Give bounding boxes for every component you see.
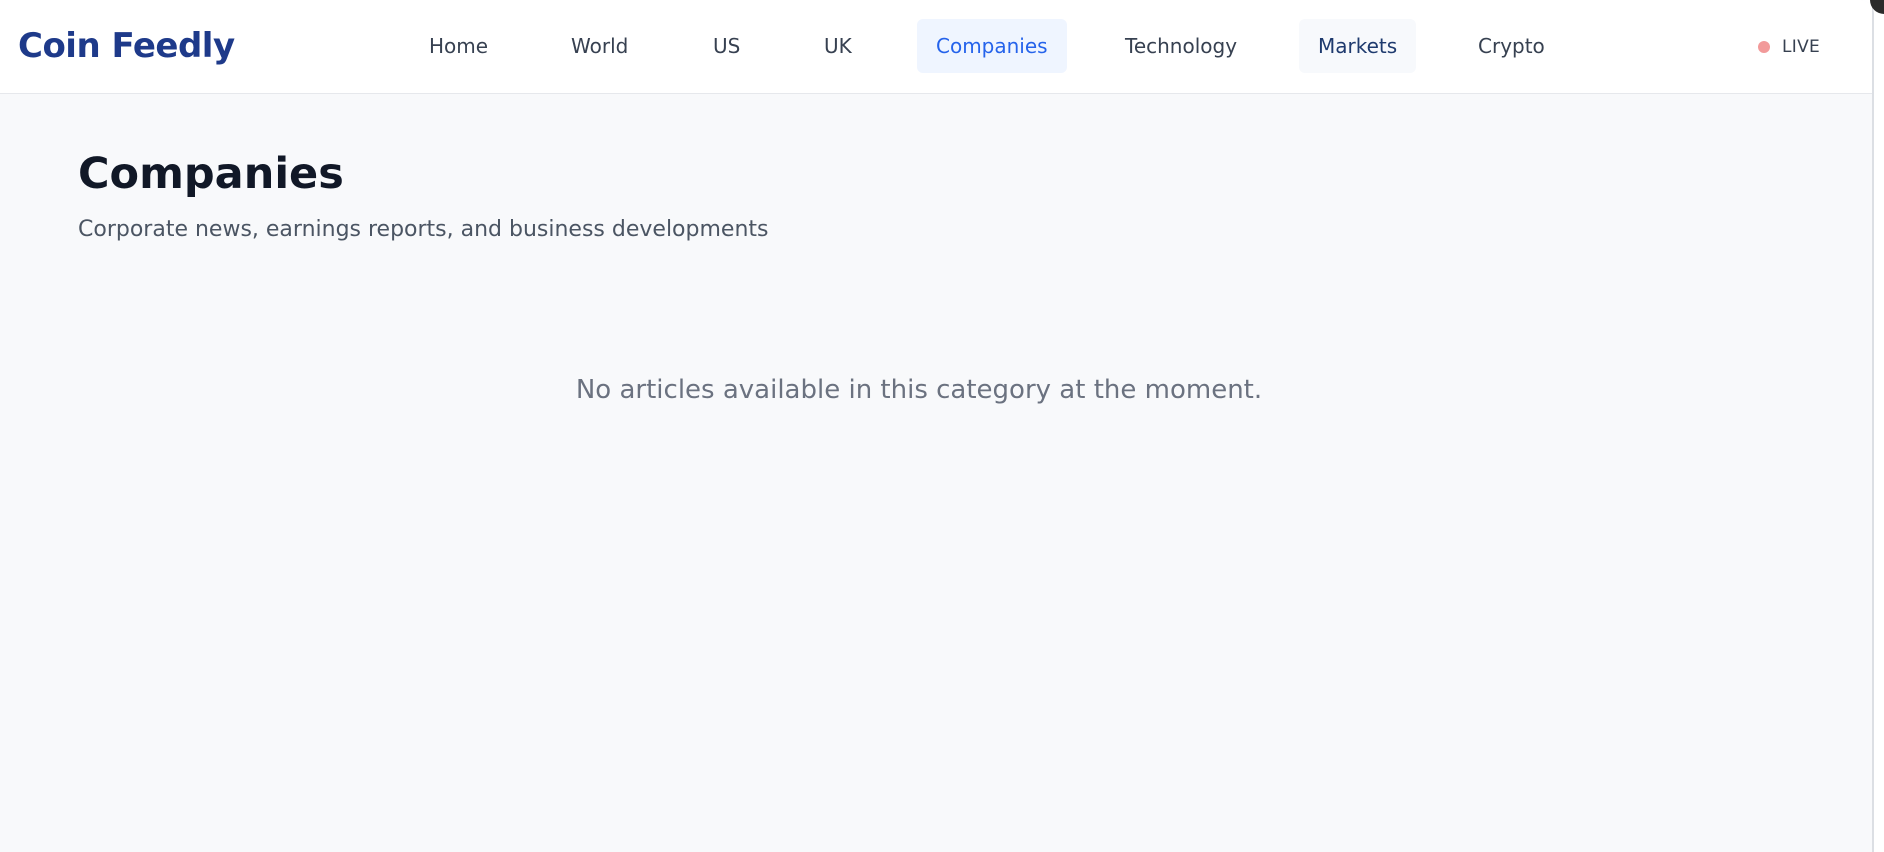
page-subtitle: Corporate news, earnings reports, and bu… [78,217,769,242]
nav-item-technology[interactable]: Technology [1106,19,1256,73]
live-indicator: LIVE [1758,34,1820,60]
live-label: LIVE [1782,37,1821,57]
page-title: Companies [78,149,344,199]
window-edge [1874,0,1884,852]
nav-item-markets[interactable]: Markets [1299,19,1417,73]
nav-item-world[interactable]: World [552,19,647,73]
nav-item-home[interactable]: Home [410,19,507,73]
nav-item-companies[interactable]: Companies [917,19,1067,73]
nav-item-us[interactable]: US [694,19,759,73]
app-window: Coin Feedly Home World US UK Companies T… [0,0,1874,852]
nav-item-uk[interactable]: UK [805,19,871,73]
nav-item-crypto[interactable]: Crypto [1459,19,1564,73]
live-dot-icon [1758,41,1770,53]
top-navigation-bar: Coin Feedly Home World US UK Companies T… [0,0,1874,94]
brand-logo[interactable]: Coin Feedly [18,26,235,66]
empty-state-message: No articles available in this category a… [575,375,1263,405]
